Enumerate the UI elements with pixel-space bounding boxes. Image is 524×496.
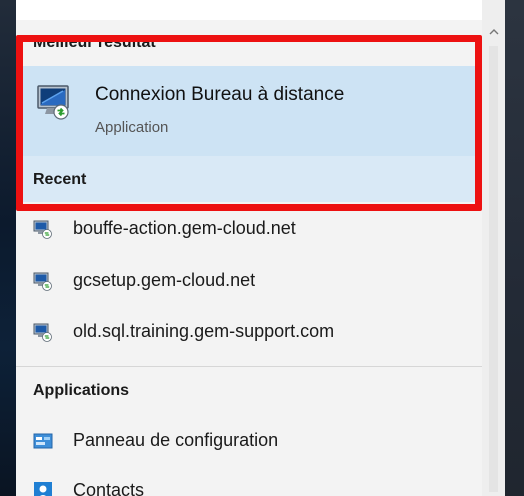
panel-top-bar bbox=[16, 0, 482, 20]
desktop-background-right bbox=[505, 0, 524, 496]
section-divider bbox=[16, 366, 482, 367]
app-item-contacts[interactable]: Contacts bbox=[16, 468, 482, 496]
app-item-label: Panneau de configuration bbox=[73, 430, 279, 450]
recent-item-3[interactable]: old.sql.training.gem-support.com bbox=[16, 309, 482, 355]
desktop-background-left bbox=[0, 0, 16, 496]
control-panel-icon bbox=[33, 433, 53, 449]
recent-item-1[interactable]: bouffe-action.gem-cloud.net bbox=[16, 206, 482, 252]
results-scrollbar[interactable] bbox=[482, 0, 505, 496]
annotation-highlight-box bbox=[16, 35, 482, 211]
recent-item-2[interactable]: gcsetup.gem-cloud.net bbox=[16, 258, 482, 304]
applications-header: Applications bbox=[33, 382, 130, 399]
scroll-up-button[interactable] bbox=[482, 20, 505, 42]
recent-item-label: gcsetup.gem-cloud.net bbox=[73, 270, 256, 290]
rdp-file-icon bbox=[33, 323, 52, 342]
chevron-up-icon bbox=[489, 28, 498, 34]
scrollbar-thumb[interactable] bbox=[489, 46, 498, 492]
app-item-control-panel[interactable]: Panneau de configuration bbox=[16, 418, 482, 464]
rdp-file-icon bbox=[33, 272, 52, 291]
app-item-label: Contacts bbox=[73, 480, 145, 496]
recent-item-label: bouffe-action.gem-cloud.net bbox=[73, 218, 296, 238]
contacts-icon bbox=[34, 482, 52, 496]
rdp-file-icon bbox=[33, 220, 52, 239]
recent-item-label: old.sql.training.gem-support.com bbox=[73, 321, 335, 341]
